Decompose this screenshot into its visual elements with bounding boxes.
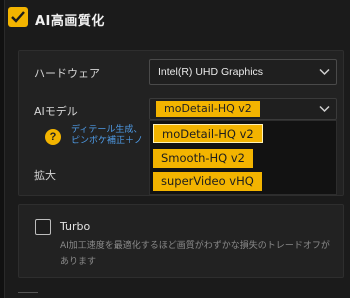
hardware-select-value: Intel(R) UHD Graphics [158, 66, 264, 78]
turbo-label: Turbo [60, 220, 91, 233]
left-edge-strip [0, 0, 5, 298]
ai-model-option-supervideo[interactable]: superVideo vHQ [153, 172, 262, 191]
ai-model-dropdown-list: moDetail-HQ v2 Smooth-HQ v2 superVideo v… [149, 120, 337, 195]
ai-model-label: AIモデル [34, 105, 78, 118]
ai-model-option-modetail[interactable]: moDetail-HQ v2 [153, 124, 263, 143]
hardware-label: ハードウェア [34, 67, 100, 80]
help-icon[interactable]: ? [45, 129, 61, 145]
hardware-select[interactable]: Intel(R) UHD Graphics [149, 59, 337, 85]
chevron-down-icon [319, 68, 330, 76]
ai-model-select-value: moDetail-HQ v2 [156, 101, 260, 117]
section-title: AI高画質化 [35, 14, 105, 29]
scale-label: 拡大 [34, 169, 56, 182]
ai-model-description: ディテール生成、 ピンボケ補正＋ノ [71, 125, 143, 147]
ai-model-option-smooth[interactable]: Smooth-HQ v2 [153, 149, 253, 168]
turbo-checkbox[interactable] [35, 219, 51, 235]
checkmark-icon [11, 11, 25, 23]
description-line-2: ピンボケ補正＋ノ [71, 136, 144, 146]
ai-model-select[interactable]: moDetail-HQ v2 [149, 98, 337, 120]
chevron-down-icon [319, 105, 330, 113]
turbo-description: AI加工速度を最適化するほど画質がわずかな損失のトレードオフがあります [60, 241, 330, 267]
divider [18, 292, 38, 293]
description-line-1: ディテール生成、 [71, 125, 143, 135]
ai-upscale-checkbox[interactable] [8, 7, 28, 27]
